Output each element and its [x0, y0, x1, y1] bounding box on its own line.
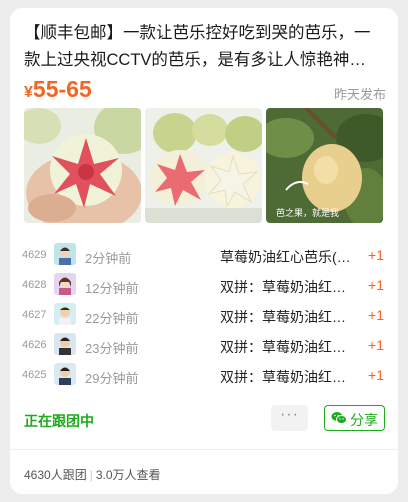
group-status: 正在跟团中	[24, 413, 94, 429]
image-caption: 芭之果，就是我	[276, 207, 339, 219]
order-item: 草莓奶油红心芭乐(…	[220, 249, 351, 265]
order-row[interactable]: 4626 23分钟前 双拼：草莓奶油红… +1	[22, 330, 384, 360]
order-time: 12分钟前	[85, 281, 139, 296]
share-button[interactable]: 分享	[324, 405, 385, 431]
guava-branch-image: 芭之果，就是我	[266, 108, 383, 223]
order-number: 4629	[22, 249, 47, 261]
product-image-3[interactable]: 芭之果，就是我	[266, 108, 383, 223]
order-quantity: +1	[368, 337, 384, 353]
order-quantity: +1	[368, 247, 384, 263]
order-row[interactable]: 4627 22分钟前 双拼：草莓奶油红… +1	[22, 300, 384, 330]
price: ¥55-65	[24, 76, 92, 103]
order-quantity: +1	[368, 277, 384, 293]
more-dots-icon: ···	[280, 406, 299, 423]
order-quantity: +1	[368, 367, 384, 383]
avatar[interactable]	[54, 303, 76, 325]
order-row[interactable]: 4625 29分钟前 双拼：草莓奶油红… +1	[22, 360, 384, 390]
footer-separator: |	[89, 468, 93, 482]
divider	[10, 449, 398, 450]
price-symbol: ¥	[24, 84, 33, 101]
order-row[interactable]: 4628 12分钟前 双拼：草莓奶油红… +1	[22, 270, 384, 300]
order-item: 双拼：草莓奶油红…	[220, 369, 346, 385]
order-time: 2分钟前	[85, 251, 132, 266]
participant-count: 4630人跟团	[24, 468, 87, 482]
product-images: 芭之果，就是我	[24, 108, 384, 223]
order-row[interactable]: 4629 2分钟前 草莓奶油红心芭乐(… +1	[22, 240, 384, 270]
more-button[interactable]: ···	[271, 405, 308, 431]
order-item: 双拼：草莓奶油红…	[220, 279, 346, 295]
order-number: 4627	[22, 309, 47, 321]
order-item: 双拼：草莓奶油红…	[220, 309, 346, 325]
price-row: ¥55-65 昨天发布	[24, 76, 386, 108]
footer-stats: 4630人跟团 | 3.0万人查看	[24, 466, 161, 483]
order-time: 29分钟前	[85, 371, 139, 386]
wechat-icon	[331, 412, 347, 424]
guava-halves-image	[145, 108, 262, 223]
avatar[interactable]	[54, 333, 76, 355]
product-image-1[interactable]	[24, 108, 141, 223]
order-list: 4629 2分钟前 草莓奶油红心芭乐(… +1 4628 12分钟前 双拼：草莓…	[22, 240, 384, 390]
order-item: 双拼：草莓奶油红…	[220, 339, 346, 355]
product-image-2[interactable]	[145, 108, 262, 223]
order-time: 23分钟前	[85, 341, 139, 356]
order-quantity: +1	[368, 307, 384, 323]
avatar[interactable]	[54, 273, 76, 295]
view-count: 3.0万人查看	[95, 468, 161, 482]
order-number: 4628	[22, 279, 47, 291]
guava-cut-image	[24, 108, 141, 223]
posted-time: 昨天发布	[333, 87, 386, 102]
share-label: 分享	[350, 412, 378, 428]
order-time: 22分钟前	[85, 311, 139, 326]
group-buy-card[interactable]: 【顺丰包邮】一款让芭乐控好吃到哭的芭乐，一款上过央视CCTV的芭乐，是有多让人惊…	[10, 8, 398, 494]
order-number: 4625	[22, 369, 47, 381]
avatar[interactable]	[54, 243, 76, 265]
order-number: 4626	[22, 339, 47, 351]
avatar[interactable]	[54, 363, 76, 385]
price-range: 55-65	[32, 76, 92, 102]
post-title[interactable]: 【顺丰包邮】一款让芭乐控好吃到哭的芭乐，一款上过央视CCTV的芭乐，是有多让人惊…	[24, 20, 386, 74]
